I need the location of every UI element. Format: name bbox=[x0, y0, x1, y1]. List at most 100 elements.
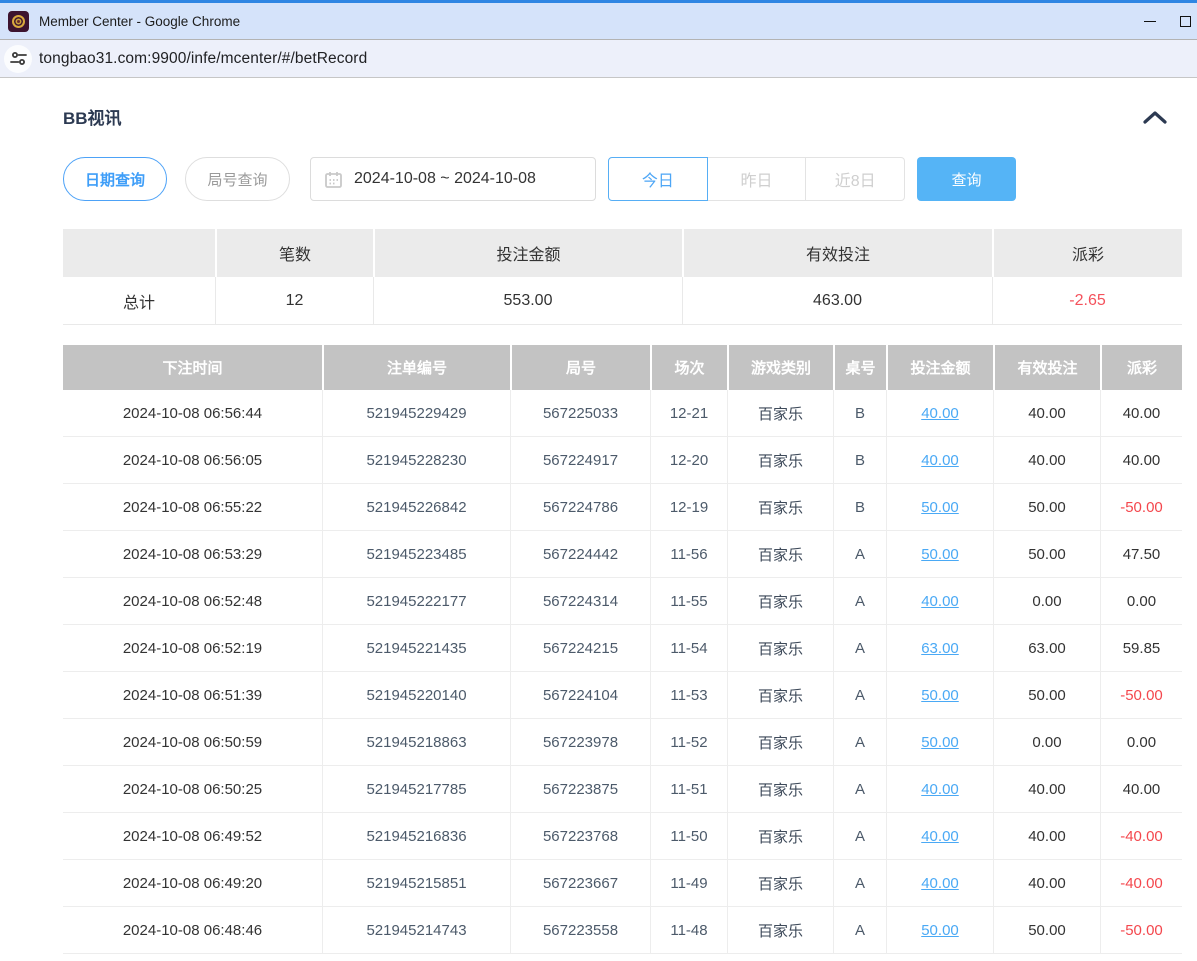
bet-amount-link[interactable]: 50.00 bbox=[921, 734, 959, 751]
minimize-icon bbox=[1144, 21, 1156, 22]
cell-session: 12-20 bbox=[650, 437, 727, 484]
bet-amount-link[interactable]: 40.00 bbox=[921, 405, 959, 422]
bet-amount-link[interactable]: 40.00 bbox=[921, 828, 959, 845]
cell-bet-time: 2024-10-08 06:52:19 bbox=[63, 625, 322, 672]
cell-session: 12-21 bbox=[650, 390, 727, 437]
window-titlebar: Member Center - Google Chrome bbox=[0, 0, 1197, 40]
header-table-no: 桌号 bbox=[833, 345, 886, 390]
header-valid-bet: 有效投注 bbox=[993, 345, 1100, 390]
cell-round-id: 567224104 bbox=[510, 672, 650, 719]
minimize-button[interactable] bbox=[1127, 3, 1173, 40]
cell-round-id: 567223875 bbox=[510, 766, 650, 813]
summary-table: 笔数 投注金额 有效投注 派彩 总计 12 553.00 463.00 -2.6… bbox=[63, 229, 1182, 325]
summary-header-row: 笔数 投注金额 有效投注 派彩 bbox=[63, 229, 1182, 277]
bet-amount-link[interactable]: 40.00 bbox=[921, 781, 959, 798]
cell-order-id: 521945229429 bbox=[322, 390, 510, 437]
panel-header: BB视讯 bbox=[63, 104, 1182, 129]
cell-round-id: 567224215 bbox=[510, 625, 650, 672]
coin-icon bbox=[12, 15, 25, 28]
bet-amount-link[interactable]: 63.00 bbox=[921, 640, 959, 657]
cell-game-type: 百家乐 bbox=[727, 907, 833, 954]
yesterday-segment[interactable]: 昨日 bbox=[708, 157, 807, 201]
cell-valid-bet: 0.00 bbox=[993, 578, 1100, 625]
collapse-chevron-up-icon[interactable] bbox=[1142, 109, 1168, 125]
date-range-value: 2024-10-08 ~ 2024-10-08 bbox=[354, 170, 536, 188]
cell-order-id: 521945217785 bbox=[322, 766, 510, 813]
cell-round-id: 567224917 bbox=[510, 437, 650, 484]
cell-bet-time: 2024-10-08 06:51:39 bbox=[63, 672, 322, 719]
search-button[interactable]: 查询 bbox=[917, 157, 1016, 201]
cell-bet-time: 2024-10-08 06:52:48 bbox=[63, 578, 322, 625]
summary-count-value: 12 bbox=[215, 277, 373, 325]
cell-table-no: B bbox=[833, 484, 886, 531]
cell-game-type: 百家乐 bbox=[727, 672, 833, 719]
cell-game-type: 百家乐 bbox=[727, 578, 833, 625]
cell-table-no: A bbox=[833, 578, 886, 625]
table-row: 2024-10-08 06:50:59 521945218863 5672239… bbox=[63, 719, 1182, 766]
bet-amount-link[interactable]: 50.00 bbox=[921, 687, 959, 704]
cell-order-id: 521945220140 bbox=[322, 672, 510, 719]
table-row: 2024-10-08 06:53:29 521945223485 5672244… bbox=[63, 531, 1182, 578]
filter-bar: 日期查询 局号查询 2024-10-08 ~ 2024-10-08 今日 昨日 … bbox=[63, 157, 1182, 201]
header-bet-time: 下注时间 bbox=[63, 345, 322, 390]
window-title: Member Center - Google Chrome bbox=[39, 14, 240, 29]
cell-payout: 59.85 bbox=[1100, 625, 1182, 672]
cell-order-id: 521945216836 bbox=[322, 813, 510, 860]
url-text[interactable]: tongbao31.com:9900/infe/mcenter/#/betRec… bbox=[39, 50, 367, 68]
cell-valid-bet: 0.00 bbox=[993, 719, 1100, 766]
cell-payout: -50.00 bbox=[1100, 672, 1182, 719]
site-settings-button[interactable] bbox=[4, 45, 32, 73]
summary-total-label: 总计 bbox=[63, 277, 215, 325]
cell-table-no: A bbox=[833, 860, 886, 907]
table-row: 2024-10-08 06:56:44 521945229429 5672250… bbox=[63, 390, 1182, 437]
table-row: 2024-10-08 06:52:48 521945222177 5672243… bbox=[63, 578, 1182, 625]
cell-bet-time: 2024-10-08 06:55:22 bbox=[63, 484, 322, 531]
site-favicon bbox=[8, 11, 29, 32]
today-segment[interactable]: 今日 bbox=[608, 157, 708, 201]
bet-amount-link[interactable]: 40.00 bbox=[921, 875, 959, 892]
cell-game-type: 百家乐 bbox=[727, 625, 833, 672]
header-session: 场次 bbox=[650, 345, 727, 390]
date-query-tab[interactable]: 日期查询 bbox=[63, 157, 167, 201]
bet-amount-link[interactable]: 50.00 bbox=[921, 922, 959, 939]
cell-payout: 0.00 bbox=[1100, 578, 1182, 625]
bet-amount-link[interactable]: 50.00 bbox=[921, 546, 959, 563]
bet-amount-link[interactable]: 40.00 bbox=[921, 593, 959, 610]
cell-table-no: B bbox=[833, 437, 886, 484]
cell-valid-bet: 63.00 bbox=[993, 625, 1100, 672]
table-row: 2024-10-08 06:49:52 521945216836 5672237… bbox=[63, 813, 1182, 860]
cell-order-id: 521945214743 bbox=[322, 907, 510, 954]
cell-table-no: A bbox=[833, 672, 886, 719]
bet-table: 下注时间 注单编号 局号 场次 游戏类别 桌号 投注金额 有效投注 派彩 202… bbox=[63, 345, 1182, 954]
cell-bet-time: 2024-10-08 06:50:59 bbox=[63, 719, 322, 766]
summary-payout-value: -2.65 bbox=[992, 277, 1182, 325]
url-bar[interactable]: tongbao31.com:9900/infe/mcenter/#/betRec… bbox=[0, 40, 1197, 78]
bet-amount-link[interactable]: 40.00 bbox=[921, 452, 959, 469]
cell-payout: 40.00 bbox=[1100, 390, 1182, 437]
summary-header-count: 笔数 bbox=[215, 229, 373, 277]
cell-game-type: 百家乐 bbox=[727, 484, 833, 531]
cell-payout: -50.00 bbox=[1100, 484, 1182, 531]
cell-session: 11-48 bbox=[650, 907, 727, 954]
cell-payout: -40.00 bbox=[1100, 813, 1182, 860]
cell-order-id: 521945218863 bbox=[322, 719, 510, 766]
date-range-picker[interactable]: 2024-10-08 ~ 2024-10-08 bbox=[310, 157, 596, 201]
cell-round-id: 567224442 bbox=[510, 531, 650, 578]
round-query-tab[interactable]: 局号查询 bbox=[185, 157, 290, 201]
last-8-days-segment[interactable]: 近8日 bbox=[806, 157, 905, 201]
cell-game-type: 百家乐 bbox=[727, 437, 833, 484]
cell-bet-time: 2024-10-08 06:53:29 bbox=[63, 531, 322, 578]
cell-table-no: A bbox=[833, 719, 886, 766]
page-title: BB视讯 bbox=[63, 104, 122, 129]
cell-valid-bet: 50.00 bbox=[993, 484, 1100, 531]
bet-amount-link[interactable]: 50.00 bbox=[921, 499, 959, 516]
cell-valid-bet: 40.00 bbox=[993, 390, 1100, 437]
maximize-button[interactable] bbox=[1173, 3, 1197, 40]
cell-table-no: A bbox=[833, 907, 886, 954]
header-order-id: 注单编号 bbox=[322, 345, 510, 390]
cell-session: 11-51 bbox=[650, 766, 727, 813]
cell-round-id: 567223978 bbox=[510, 719, 650, 766]
calendar-icon bbox=[325, 171, 342, 188]
cell-round-id: 567224786 bbox=[510, 484, 650, 531]
cell-order-id: 521945222177 bbox=[322, 578, 510, 625]
